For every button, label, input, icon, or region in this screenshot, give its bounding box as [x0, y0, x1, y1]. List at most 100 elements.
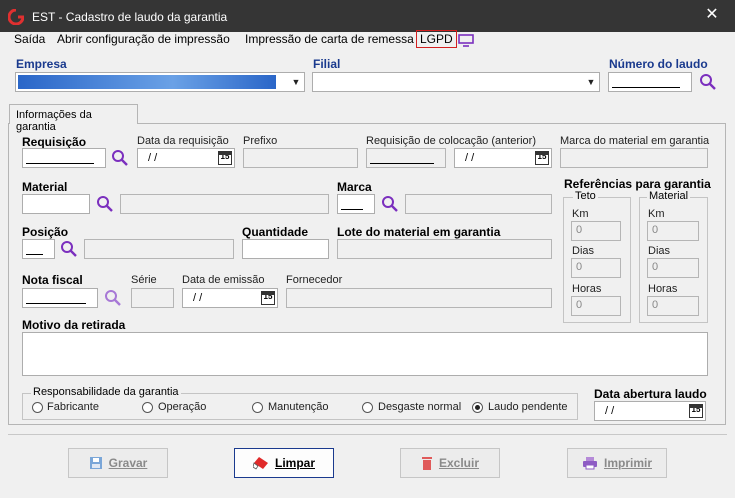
limpar-label: Limpar [274, 456, 315, 470]
teto-dias-label: Dias [572, 245, 595, 257]
lote-label: Lote do material em garantia [337, 225, 501, 239]
radio-desgaste-label[interactable]: Desgaste normal [378, 401, 461, 413]
date-value: / / [465, 152, 475, 164]
chevron-down-icon[interactable]: ▼ [583, 73, 599, 91]
teto-horas-label: Horas [572, 283, 602, 295]
search-icon[interactable] [96, 195, 114, 213]
radio-laudo-pendente[interactable] [472, 402, 483, 413]
posicao-description-field [84, 239, 234, 259]
numero-laudo-label: Número do laudo [609, 57, 708, 71]
monitor-icon[interactable] [458, 34, 474, 47]
material-dias-label: Dias [648, 245, 671, 257]
radio-fabricante-label[interactable]: Fabricante [47, 401, 99, 413]
material-ref-group-title: Material [647, 190, 691, 202]
radio-operacao-label[interactable]: Operação [158, 401, 206, 413]
menu-saida[interactable]: Saída [14, 32, 45, 46]
date-value: / / [193, 292, 203, 304]
menu-lgpd[interactable]: LGPD [416, 30, 457, 48]
tab-informacoes-garantia[interactable]: Informações da garantia [9, 104, 138, 133]
window-title: EST - Cadastro de laudo da garantia [32, 10, 228, 24]
search-icon[interactable] [60, 240, 78, 258]
close-icon[interactable]: ✕ [703, 6, 721, 24]
calendar-icon[interactable]: 15 [261, 291, 275, 305]
responsabilidade-title: Responsabilidade da garantia [31, 386, 181, 398]
search-icon[interactable] [381, 195, 399, 213]
posicao-input[interactable] [22, 239, 55, 259]
posicao-label: Posição [22, 225, 69, 239]
prefixo-label: Prefixo [243, 135, 278, 147]
limpar-button[interactable]: Limpar [234, 448, 334, 478]
material-label: Material [22, 180, 68, 194]
menu-bar: Saída Abrir configuração de impressão Im… [0, 30, 735, 50]
menu-config-impressao[interactable]: Abrir configuração de impressão [57, 32, 230, 46]
empresa-label: Empresa [16, 57, 67, 71]
menu-carta-remessa[interactable]: Impressão de carta de remessa [245, 32, 414, 46]
date-value: / / [605, 405, 615, 417]
title-bar: EST - Cadastro de laudo da garantia ✕ [0, 0, 735, 32]
imprimir-button[interactable]: Imprimir [567, 448, 667, 478]
material-km-label: Km [648, 208, 665, 220]
req-colocacao-field [366, 148, 446, 168]
calendar-icon[interactable]: 15 [535, 151, 549, 165]
material-horas-label: Horas [648, 283, 678, 295]
save-icon [89, 457, 102, 469]
motivo-textarea[interactable] [22, 332, 708, 376]
search-icon[interactable] [104, 289, 122, 307]
empresa-selected-value [18, 75, 276, 89]
excluir-button[interactable]: Excluir [400, 448, 500, 478]
excluir-label: Excluir [438, 456, 480, 470]
radio-laudo-pendente-label[interactable]: Laudo pendente [488, 401, 568, 413]
quantidade-input[interactable] [242, 239, 329, 259]
calendar-icon[interactable]: 15 [689, 404, 703, 418]
nota-fiscal-input[interactable] [22, 288, 98, 308]
requisicao-input[interactable] [22, 148, 106, 168]
requisicao-label: Requisição [22, 135, 87, 149]
radio-fabricante[interactable] [32, 402, 43, 413]
serie-field [131, 288, 174, 308]
data-abertura-input[interactable]: / / 15 [594, 401, 706, 421]
gravar-label: Gravar [108, 456, 148, 470]
data-requisicao-input[interactable]: / / 15 [137, 148, 235, 168]
gravar-button[interactable]: Gravar [68, 448, 168, 478]
search-icon[interactable] [699, 73, 717, 91]
marca-material-label: Marca do material em garantia [560, 135, 710, 147]
material-description-field [120, 194, 329, 214]
material-horas-field: 0 [647, 296, 699, 316]
lote-field [337, 239, 552, 259]
teto-km-label: Km [572, 208, 589, 220]
filial-select[interactable]: ▼ [312, 72, 600, 92]
printer-icon [582, 457, 597, 470]
radio-manutencao[interactable] [252, 402, 263, 413]
chevron-down-icon[interactable]: ▼ [288, 73, 304, 91]
footer-separator [8, 434, 727, 435]
referencias-title: Referências para garantia [564, 177, 711, 191]
radio-manutencao-label[interactable]: Manutenção [268, 401, 329, 413]
calendar-icon[interactable]: 15 [218, 151, 232, 165]
data-emissao-input[interactable]: / / 15 [182, 288, 278, 308]
eraser-icon [252, 457, 268, 470]
fornecedor-label: Fornecedor [286, 274, 343, 286]
data-emissao-label: Data de emissão [182, 274, 265, 286]
marca-description-field [405, 194, 552, 214]
teto-km-field: 0 [571, 221, 621, 241]
prefixo-field [243, 148, 358, 168]
marca-input[interactable] [337, 194, 375, 214]
numero-laudo-input[interactable] [608, 72, 692, 92]
app-logo-icon [8, 9, 24, 25]
date-value: / / [148, 152, 158, 164]
search-icon[interactable] [111, 149, 129, 167]
req-colocacao-date-input[interactable]: / / 15 [454, 148, 552, 168]
data-abertura-label: Data abertura laudo [594, 387, 707, 401]
empresa-select[interactable]: ▼ [15, 72, 305, 92]
radio-desgaste[interactable] [362, 402, 373, 413]
motivo-label: Motivo da retirada [22, 318, 126, 332]
serie-label: Série [131, 274, 157, 286]
marca-material-field [560, 148, 708, 168]
marca-label: Marca [337, 180, 372, 194]
imprimir-label: Imprimir [603, 456, 652, 470]
fornecedor-field [286, 288, 552, 308]
material-input[interactable] [22, 194, 90, 214]
material-km-field: 0 [647, 221, 699, 241]
radio-operacao[interactable] [142, 402, 153, 413]
req-colocacao-label: Requisição de colocação (anterior) [366, 135, 536, 147]
